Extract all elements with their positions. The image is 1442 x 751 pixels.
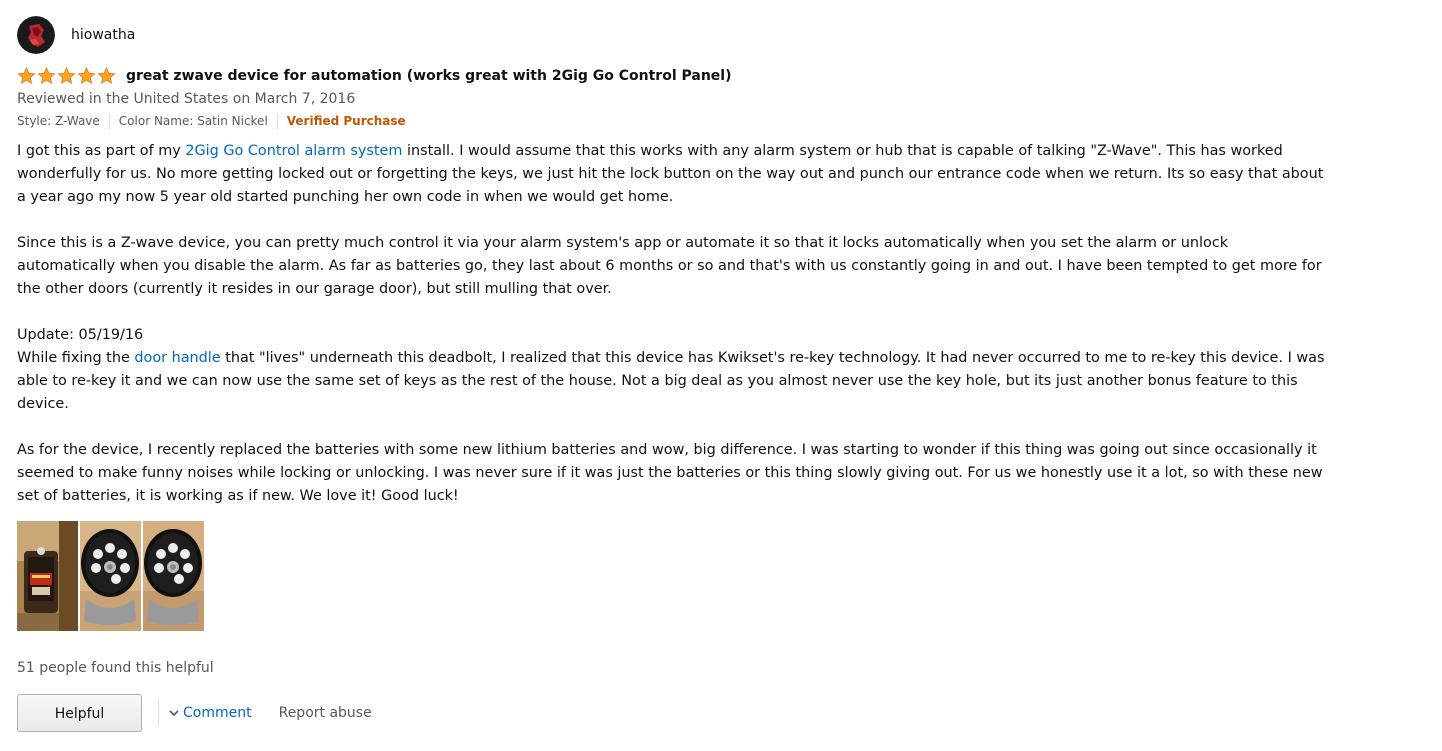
review-body: I got this as part of my 2Gig Go Control… <box>17 140 1327 508</box>
divider <box>276 113 278 129</box>
review-paragraph: As for the device, I recently replaced t… <box>17 442 1323 504</box>
review-title-row: great zwave device for automation (works… <box>17 65 1327 87</box>
review-paragraph: While fixing the door handle that "lives… <box>17 347 1327 416</box>
text-span: I got this as part of my <box>17 143 186 159</box>
review-image-3[interactable] <box>143 521 204 631</box>
style-label[interactable]: Style: Z-Wave <box>17 114 100 128</box>
review-card: hiowatha great zwave device for automati… <box>17 15 1327 508</box>
divider <box>158 700 159 726</box>
alarm-system-link[interactable]: 2Gig Go Control alarm system <box>185 143 402 159</box>
review-image-1[interactable] <box>17 521 78 631</box>
review-actions: Helpful Comment Report abuse <box>17 694 372 732</box>
review-images <box>17 521 204 631</box>
update-label: Update: 05/19/16 <box>17 327 144 343</box>
review-date: Reviewed in the United States on March 7… <box>17 91 356 107</box>
reviewer-name[interactable]: hiowatha <box>71 27 135 43</box>
comment-label: Comment <box>183 705 252 721</box>
star-icon <box>37 67 56 85</box>
review-image-2[interactable] <box>80 521 141 631</box>
review-paragraph: I got this as part of my 2Gig Go Control… <box>17 140 1327 209</box>
review-title[interactable]: great zwave device for automation (works… <box>126 68 732 84</box>
verified-purchase-badge: Verified Purchase <box>286 114 406 128</box>
comment-link[interactable]: Comment <box>169 705 252 721</box>
color-name-label: Color Name: Satin Nickel <box>118 114 268 128</box>
chevron-down-icon <box>169 710 179 717</box>
door-handle-link[interactable]: door handle <box>134 350 220 366</box>
helpful-button[interactable]: Helpful <box>17 694 142 732</box>
divider <box>108 113 110 129</box>
star-icon <box>57 67 76 85</box>
report-abuse-link[interactable]: Report abuse <box>279 705 372 721</box>
review-paragraph: Since this is a Z-wave device, you can p… <box>17 235 1322 297</box>
helpful-count: 51 people found this helpful <box>17 660 214 676</box>
star-icon <box>77 67 96 85</box>
reviewer-profile[interactable]: hiowatha <box>17 15 1327 55</box>
avatar-icon[interactable] <box>17 16 55 54</box>
text-span: While fixing the <box>17 350 135 366</box>
review-meta: Style: Z-Wave Color Name: Satin Nickel V… <box>17 111 1327 131</box>
star-rating[interactable] <box>17 67 116 85</box>
star-icon <box>97 67 116 85</box>
star-icon <box>17 67 36 85</box>
